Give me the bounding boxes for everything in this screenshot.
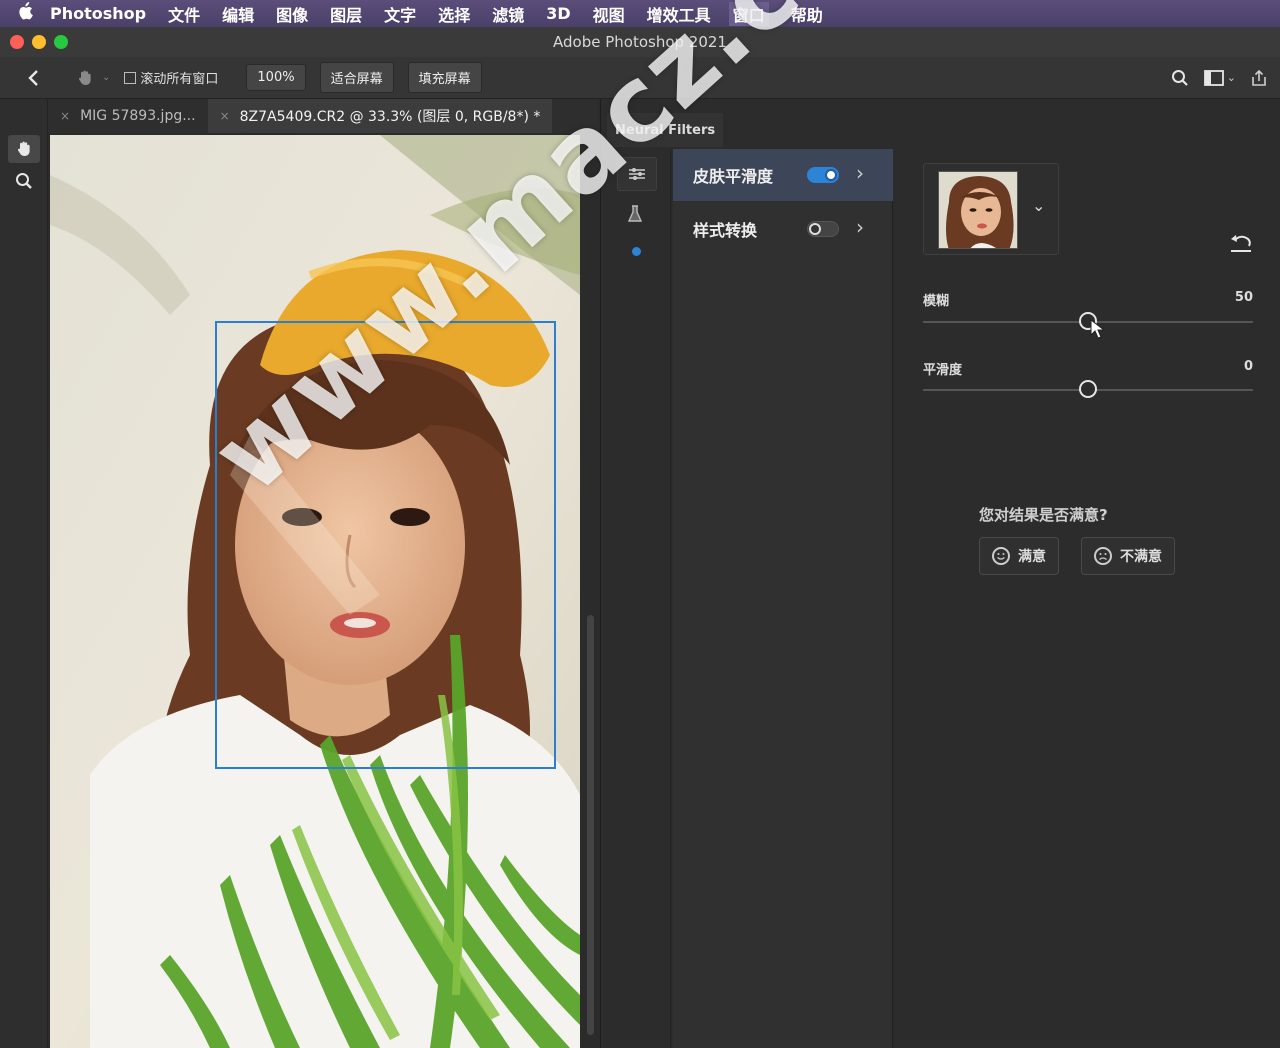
scroll-all-windows-label: 滚动所有窗口: [140, 72, 219, 87]
feedback-question: 您对结果是否满意?: [979, 506, 1108, 524]
minimize-window-button[interactable]: [32, 35, 46, 49]
zoom-100-button[interactable]: 100%: [246, 64, 306, 91]
menu-select[interactable]: 选择: [438, 2, 470, 26]
close-window-button[interactable]: [10, 35, 24, 49]
tab-document-2[interactable]: × 8Z7A5409.CR2 @ 33.3% (图层 0, RGB/8*) *: [207, 99, 553, 133]
menu-help[interactable]: 帮助: [791, 2, 823, 26]
search-icon[interactable]: [1167, 65, 1193, 91]
smile-face-icon: [992, 547, 1010, 565]
filter-settings: ⌄ 模糊 50 平滑度 0 您对结果是否满意? 满意 不满意: [894, 149, 1280, 1048]
face-selector[interactable]: ⌄: [923, 163, 1059, 255]
canvas-vertical-scrollbar[interactable]: [583, 135, 598, 1048]
face-thumbnail: [938, 171, 1018, 249]
smoothness-slider-label: 平滑度: [923, 363, 963, 378]
filter-list: 皮肤平滑度 › 样式转换 ›: [673, 149, 893, 1048]
zoom-tool-button[interactable]: [8, 167, 40, 195]
unsatisfied-button-label: 不满意: [1120, 549, 1162, 565]
scroll-all-windows-checkbox[interactable]: 滚动所有窗口: [124, 68, 218, 87]
menu-file[interactable]: 文件: [168, 2, 200, 26]
close-tab-icon[interactable]: ×: [60, 109, 70, 123]
checkbox-box[interactable]: [124, 71, 137, 84]
window-title: Adobe Photoshop 2021: [553, 33, 727, 51]
filter-item-style-transfer-label: 样式转换: [693, 221, 758, 240]
title-bar: Adobe Photoshop 2021: [0, 27, 1280, 57]
share-icon[interactable]: [1246, 65, 1272, 91]
blur-slider-label: 模糊: [923, 294, 950, 309]
menu-type[interactable]: 文字: [384, 2, 416, 26]
smoothness-slider-knob[interactable]: [1079, 380, 1097, 398]
menu-filter[interactable]: 滤镜: [492, 2, 524, 26]
filter-item-skin-smoothing-label: 皮肤平滑度: [693, 167, 774, 186]
menu-app-name[interactable]: Photoshop: [50, 4, 146, 23]
filter-item-skin-smoothing[interactable]: 皮肤平滑度 ›: [673, 149, 893, 201]
satisfied-button-label: 满意: [1018, 549, 1046, 565]
fill-screen-button[interactable]: 填充屏幕: [407, 62, 482, 93]
beta-filters-icon[interactable]: [627, 205, 647, 225]
fit-screen-button[interactable]: 适合屏幕: [319, 62, 394, 93]
window-controls: [10, 35, 68, 49]
menu-window[interactable]: 窗口: [728, 1, 769, 26]
hand-tool-dropdown[interactable]: ⌄: [102, 72, 110, 83]
all-filters-icon[interactable]: [617, 157, 657, 191]
menu-bar: Photoshop 文件 编辑 图像 图层 文字 选择 滤镜 3D 视图 增效工…: [0, 0, 1280, 27]
menu-layer[interactable]: 图层: [330, 2, 362, 26]
menu-3d[interactable]: 3D: [546, 4, 570, 23]
unsatisfied-button[interactable]: 不满意: [1081, 537, 1175, 575]
toggle-knob: [809, 223, 821, 235]
blur-slider-value: 50: [1234, 290, 1253, 305]
document-tabs: × MIG 57893.jpg... × 8Z7A5409.CR2 @ 33.3…: [48, 99, 598, 133]
blur-slider-track[interactable]: [923, 312, 1253, 330]
options-bar: ⌄ 滚动所有窗口 100% 适合屏幕 填充屏幕 ⌄: [0, 57, 1280, 99]
smoothness-slider-track[interactable]: [923, 380, 1253, 398]
filter-category-icons: [609, 149, 671, 1048]
hand-tool-button[interactable]: [8, 135, 40, 163]
frown-face-icon: [1094, 547, 1112, 565]
toggle-knob: [825, 169, 837, 181]
chevron-right-icon[interactable]: ›: [856, 161, 864, 185]
menu-edit[interactable]: 编辑: [222, 2, 254, 26]
hand-tool-icon[interactable]: [72, 65, 98, 91]
neural-filters-panel: Neural Filters 皮肤平滑度 › 样式转换 › ⌄ 模糊 50 平滑…: [600, 99, 1280, 1048]
workspace-icon[interactable]: [1201, 65, 1227, 91]
menu-plugins[interactable]: 增效工具: [647, 2, 711, 26]
chevron-right-icon[interactable]: ›: [856, 215, 864, 239]
mouse-cursor-icon: [1090, 319, 1106, 339]
tab-document-1[interactable]: × MIG 57893.jpg...: [48, 99, 208, 133]
tab-document-1-label: MIG 57893.jpg...: [80, 108, 196, 124]
apple-icon[interactable]: [0, 2, 50, 25]
back-icon[interactable]: [20, 65, 46, 91]
style-transfer-toggle[interactable]: [807, 221, 839, 237]
satisfied-button[interactable]: 满意: [979, 537, 1059, 575]
chevron-down-icon[interactable]: ⌄: [1032, 196, 1045, 215]
skin-smoothing-toggle[interactable]: [807, 167, 839, 183]
tools-panel: [0, 99, 48, 1048]
smoothness-slider-value: 0: [1243, 359, 1253, 374]
tab-document-2-label: 8Z7A5409.CR2 @ 33.3% (图层 0, RGB/8*) *: [239, 109, 541, 125]
photo: [50, 135, 580, 1048]
workspace-dropdown-icon[interactable]: ⌄: [1227, 71, 1236, 84]
neural-filters-tab[interactable]: Neural Filters: [607, 113, 724, 147]
filter-item-style-transfer[interactable]: 样式转换 ›: [673, 203, 893, 255]
close-tab-icon[interactable]: ×: [220, 109, 230, 123]
reset-icon[interactable]: [1229, 233, 1255, 255]
zoom-window-button[interactable]: [54, 35, 68, 49]
document-canvas[interactable]: [50, 135, 580, 1048]
waitlist-filters-icon[interactable]: [632, 247, 641, 256]
scrollbar-thumb[interactable]: [587, 615, 594, 1035]
menu-image[interactable]: 图像: [276, 2, 308, 26]
menu-view[interactable]: 视图: [593, 2, 625, 26]
